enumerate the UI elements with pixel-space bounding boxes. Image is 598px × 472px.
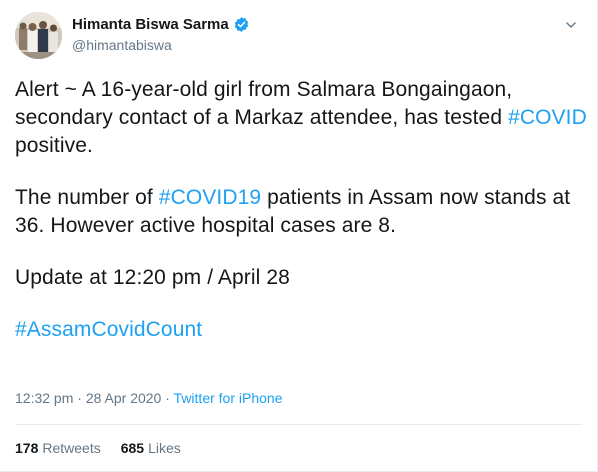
meta-separator: · [161,390,174,406]
tweet-text-segment: Update at 12:20 pm / April 28 [15,266,290,289]
retweets-stat[interactable]: 178 Retweets [15,440,101,456]
tweet-paragraph: The number of #COVID19 patients in Assam… [15,184,589,240]
likes-stat[interactable]: 685 Likes [121,440,181,456]
tweet-meta: 12:32 pm · 28 Apr 2020 · Twitter for iPh… [15,390,282,406]
divider [15,424,582,425]
user-handle[interactable]: @himantabiswa [72,37,542,53]
tweet-text: Alert ~ A 16-year-old girl from Salmara … [15,76,589,368]
tweet-menu-button[interactable] [560,14,582,36]
tweet-paragraph: #AssamCovidCount [15,316,589,344]
tweet-time[interactable]: 12:32 pm [15,390,73,406]
verified-badge-icon [233,16,250,33]
likes-count: 685 [120,440,145,456]
user-info: Himanta Biswa Sarma @himantabiswa [72,14,542,53]
display-name[interactable]: Himanta Biswa Sarma [72,16,229,33]
tweet-paragraph: Update at 12:20 pm / April 28 [15,264,589,292]
tweet-stats: 178 Retweets 685 Likes [15,440,181,456]
avatar[interactable] [15,12,62,59]
tweet-text-segment: Alert ~ A 16-year-old girl from Salmara … [15,78,513,129]
hashtag-link[interactable]: #COVID19 [159,186,261,209]
tweet-text-segment: positive. [15,134,93,157]
tweet-source-link[interactable]: Twitter for iPhone [174,390,283,406]
retweets-label: Retweets [42,440,101,456]
hashtag-link[interactable]: #COVID [508,106,587,129]
meta-separator: · [73,390,86,406]
retweets-count: 178 [15,440,39,456]
tweet-text-segment: The number of [15,186,159,209]
chevron-down-icon [566,22,576,28]
tweet-paragraph: Alert ~ A 16-year-old girl from Salmara … [15,76,589,160]
tweet-header: Himanta Biswa Sarma @himantabiswa [15,12,582,61]
name-row: Himanta Biswa Sarma [72,14,542,34]
likes-label: Likes [148,440,181,456]
tweet-card: Himanta Biswa Sarma @himantabiswa Alert … [0,0,598,472]
avatar-image [15,12,62,59]
hashtag-link[interactable]: #AssamCovidCount [15,318,202,341]
tweet-date[interactable]: 28 Apr 2020 [86,390,162,406]
